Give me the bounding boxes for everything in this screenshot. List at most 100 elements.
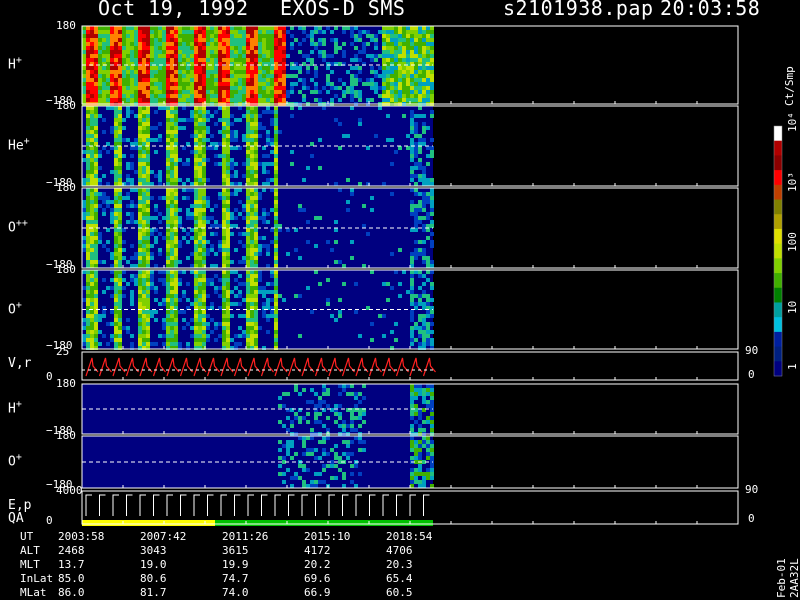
- heatmap-cell: [242, 330, 246, 334]
- heatmap-cell: [166, 248, 170, 252]
- heatmap-cell: [422, 142, 426, 146]
- heatmap-cell: [186, 142, 190, 146]
- heatmap-cell: [118, 286, 122, 290]
- heatmap-cell: [250, 204, 254, 208]
- heatmap-cell: [418, 456, 422, 460]
- heatmap-cell: [98, 240, 102, 244]
- heatmap-cell: [206, 204, 210, 208]
- heatmap-cell: [318, 98, 322, 102]
- heatmap-cell: [250, 232, 254, 236]
- heatmap-cell: [274, 236, 278, 240]
- heatmap-cell: [410, 204, 414, 208]
- heatmap-cell: [250, 310, 254, 314]
- heatmap-cell: [278, 42, 282, 46]
- heatmap-cell: [194, 42, 198, 46]
- colorbar-segment: [774, 214, 782, 230]
- heatmap-cell: [182, 42, 186, 46]
- heatmap-cell: [186, 196, 190, 200]
- heatmap-cell: [146, 150, 150, 154]
- heatmap-cell: [122, 228, 126, 232]
- heatmap-cell: [274, 192, 278, 196]
- heatmap-cell: [118, 106, 122, 110]
- heatmap-cell: [158, 212, 162, 216]
- heatmap-cell: [94, 34, 98, 38]
- heatmap-cell: [246, 338, 250, 342]
- heatmap-cell: [294, 38, 298, 42]
- table-cell: 20.3: [386, 558, 413, 571]
- heatmap-cell: [146, 256, 150, 260]
- heatmap-cell: [194, 70, 198, 74]
- table-cell: 4706: [386, 544, 413, 557]
- heatmap-cell: [418, 302, 422, 306]
- heatmap-cell: [170, 252, 174, 256]
- heatmap-cell: [394, 94, 398, 98]
- heatmap-cell: [234, 302, 238, 306]
- heatmap-cell: [158, 302, 162, 306]
- heatmap-cell: [358, 118, 362, 122]
- heatmap-cell: [222, 298, 226, 302]
- heatmap-cell: [274, 30, 278, 34]
- heatmap-cell: [218, 66, 222, 70]
- heatmap-cell: [138, 228, 142, 232]
- heatmap-cell: [114, 212, 118, 216]
- heatmap-cell: [350, 66, 354, 70]
- heatmap-cell: [194, 150, 198, 154]
- heatmap-cell: [226, 150, 230, 154]
- heatmap-cell: [354, 78, 358, 82]
- heatmap-cell: [430, 178, 434, 182]
- heatmap-cell: [166, 192, 170, 196]
- heatmap-cell: [270, 178, 274, 182]
- heatmap-cell: [322, 480, 326, 484]
- heatmap-cell: [258, 248, 262, 252]
- heatmap-cell: [150, 282, 154, 286]
- heatmap-cell: [170, 286, 174, 290]
- heatmap-cell: [246, 166, 250, 170]
- heatmap-cell: [170, 200, 174, 204]
- heatmap-cell: [158, 78, 162, 82]
- heatmap-cell: [266, 90, 270, 94]
- heatmap-cell: [426, 468, 430, 472]
- heatmap-cell: [90, 256, 94, 260]
- heatmap-cell: [218, 286, 222, 290]
- heatmap-cell: [394, 86, 398, 90]
- heatmap-cell: [254, 182, 258, 186]
- heatmap-cell: [122, 248, 126, 252]
- heatmap-cell: [206, 252, 210, 256]
- heatmap-cell: [270, 46, 274, 50]
- heatmap-cell: [98, 260, 102, 264]
- heatmap-cell: [254, 110, 258, 114]
- heatmap-cell: [298, 66, 302, 70]
- heatmap-cell: [418, 70, 422, 74]
- heatmap-cell: [198, 110, 202, 114]
- table-cell: 65.4: [386, 572, 413, 585]
- velocity-trace: [328, 357, 342, 377]
- heatmap-cell: [246, 150, 250, 154]
- heatmap-cell: [430, 86, 434, 90]
- heatmap-cell: [422, 260, 426, 264]
- heatmap-cell: [306, 86, 310, 90]
- heatmap-cell: [286, 74, 290, 78]
- heatmap-cell: [82, 236, 86, 240]
- heatmap-cell: [414, 54, 418, 58]
- heatmap-cell: [86, 110, 90, 114]
- heatmap-cell: [150, 274, 154, 278]
- heatmap-cell: [226, 192, 230, 196]
- heatmap-cell: [246, 264, 250, 268]
- heatmap-cell: [118, 82, 122, 86]
- heatmap-cell: [218, 94, 222, 98]
- heatmap-cell: [86, 216, 90, 220]
- heatmap-cell: [90, 162, 94, 166]
- heatmap-cell: [198, 30, 202, 34]
- heatmap-cell: [126, 192, 130, 196]
- heatmap-cell: [330, 86, 334, 90]
- heatmap-cell: [250, 142, 254, 146]
- heatmap-cell: [222, 334, 226, 338]
- heatmap-cell: [234, 118, 238, 122]
- heatmap-cell: [94, 178, 98, 182]
- heatmap-cell: [106, 286, 110, 290]
- heatmap-cell: [422, 208, 426, 212]
- heatmap-cell: [430, 260, 434, 264]
- heatmap-cell: [138, 326, 142, 330]
- heatmap-cell: [214, 154, 218, 158]
- heatmap-cell: [206, 94, 210, 98]
